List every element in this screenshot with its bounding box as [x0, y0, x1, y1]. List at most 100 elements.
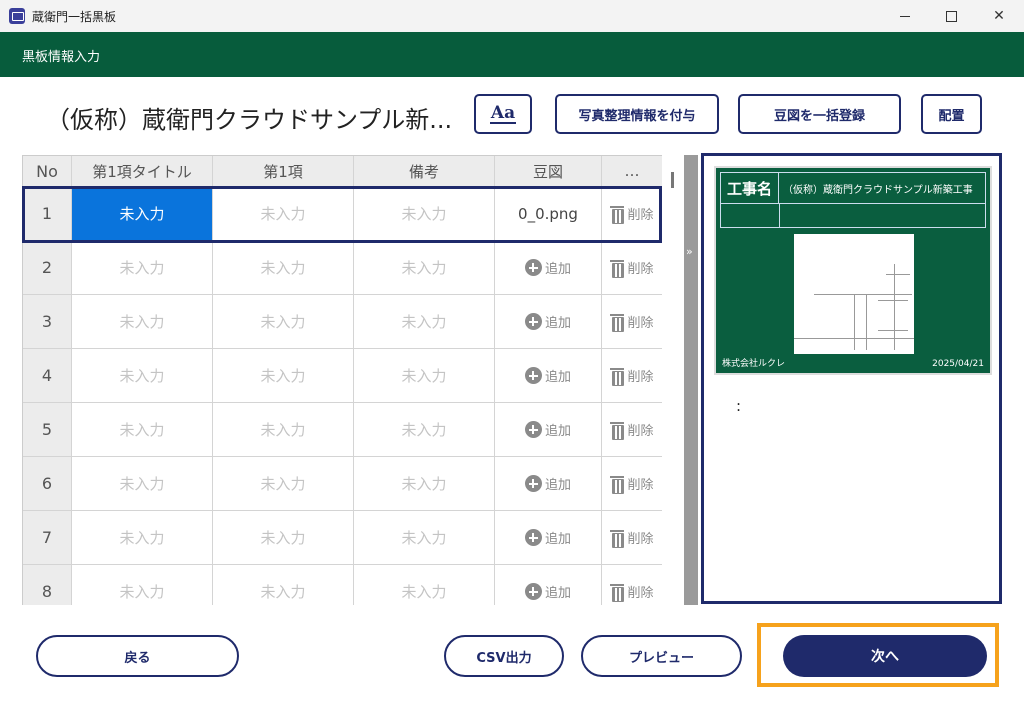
- panel-splitter[interactable]: »: [684, 155, 698, 605]
- plus-circle-icon: [524, 421, 542, 438]
- add-mame-button[interactable]: 追加: [495, 241, 602, 294]
- app-icon: [9, 8, 25, 24]
- delete-label: 削除: [627, 532, 654, 547]
- table-row[interactable]: 6 未入力 未入力 未入力 追加 削除: [23, 457, 662, 511]
- minimize-button[interactable]: [882, 0, 928, 32]
- column-header-mame: 豆図: [495, 156, 602, 186]
- font-settings-button[interactable]: Aa: [474, 94, 532, 134]
- add-mame-button[interactable]: 追加: [495, 295, 602, 348]
- table-row[interactable]: 8 未入力 未入力 未入力 追加 削除: [23, 565, 662, 605]
- title1-cell[interactable]: 未入力: [72, 565, 213, 605]
- delete-label: 削除: [627, 316, 654, 331]
- close-button[interactable]: ✕: [976, 0, 1022, 32]
- row-number: 2: [23, 241, 72, 294]
- add-mame-button[interactable]: 追加: [495, 349, 602, 402]
- remarks-cell[interactable]: 未入力: [354, 403, 495, 456]
- column-header-item1: 第1項: [213, 156, 354, 186]
- trash-icon: [610, 583, 625, 602]
- row-number: 3: [23, 295, 72, 348]
- title1-cell[interactable]: 未入力: [72, 295, 213, 348]
- table-row[interactable]: 3 未入力 未入力 未入力 追加 削除: [23, 295, 662, 349]
- add-label: 追加: [544, 586, 571, 601]
- back-button[interactable]: 戻る: [36, 635, 239, 677]
- add-label: 追加: [544, 316, 571, 331]
- row-number: 4: [23, 349, 72, 402]
- table-row[interactable]: 7 未入力 未入力 未入力 追加 削除: [23, 511, 662, 565]
- delete-button[interactable]: 削除: [602, 565, 662, 605]
- remarks-cell[interactable]: 未入力: [354, 457, 495, 510]
- item1-cell[interactable]: 未入力: [213, 565, 354, 605]
- table-row[interactable]: 4 未入力 未入力 未入力 追加 削除: [23, 349, 662, 403]
- board-label: 工事名: [721, 173, 779, 203]
- title1-cell[interactable]: 未入力: [72, 349, 213, 402]
- section-header: 黒板情報入力: [0, 32, 1024, 77]
- title-bar: 蔵衛門一括黒板 ✕: [0, 0, 1024, 32]
- board-row: 工事名 （仮称）蔵衛門クラウドサンプル新築工事: [720, 172, 986, 204]
- title1-cell[interactable]: 未入力: [72, 187, 213, 240]
- mame-filename[interactable]: 0_0.png: [495, 187, 602, 240]
- mame-bulk-register-button[interactable]: 豆図を一括登録: [738, 94, 901, 134]
- title1-cell[interactable]: 未入力: [72, 511, 213, 564]
- row-number: 6: [23, 457, 72, 510]
- delete-button[interactable]: 削除: [602, 511, 662, 564]
- trash-icon: [610, 313, 625, 332]
- plus-circle-icon: [524, 475, 542, 492]
- add-mame-button[interactable]: 追加: [495, 511, 602, 564]
- trash-icon: [610, 529, 625, 548]
- item1-cell[interactable]: 未入力: [213, 457, 354, 510]
- place-button[interactable]: 配置: [921, 94, 982, 134]
- remarks-cell[interactable]: 未入力: [354, 241, 495, 294]
- mame-drawing-image: [794, 234, 914, 354]
- row-number: 5: [23, 403, 72, 456]
- maximize-button[interactable]: [928, 0, 974, 32]
- add-mame-button[interactable]: 追加: [495, 457, 602, 510]
- delete-button[interactable]: 削除: [602, 457, 662, 510]
- table-scrollbar[interactable]: [666, 155, 680, 605]
- table-row[interactable]: 1 未入力 未入力 未入力 0_0.png 削除: [23, 187, 662, 241]
- next-button[interactable]: 次へ: [783, 635, 987, 677]
- title1-cell[interactable]: 未入力: [72, 241, 213, 294]
- remarks-cell[interactable]: 未入力: [354, 511, 495, 564]
- scrollbar-thumb[interactable]: [671, 172, 674, 188]
- remarks-cell[interactable]: 未入力: [354, 295, 495, 348]
- board-value: （仮称）蔵衛門クラウドサンプル新築工事: [783, 184, 973, 196]
- add-mame-button[interactable]: 追加: [495, 403, 602, 456]
- csv-export-button[interactable]: CSV出力: [444, 635, 564, 677]
- remarks-cell[interactable]: 未入力: [354, 349, 495, 402]
- delete-label: 削除: [627, 424, 654, 439]
- item1-cell[interactable]: 未入力: [213, 403, 354, 456]
- photo-info-button[interactable]: 写真整理情報を付与: [555, 94, 719, 134]
- font-icon: Aa: [489, 103, 517, 124]
- row-number: 7: [23, 511, 72, 564]
- item1-cell[interactable]: 未入力: [213, 349, 354, 402]
- preview-button[interactable]: プレビュー: [581, 635, 742, 677]
- blackboard-table: No 第1項タイトル 第1項 備考 豆図 … 1 未入力 未入力 未入力 0_0…: [22, 155, 662, 605]
- plus-circle-icon: [524, 313, 542, 330]
- delete-label: 削除: [627, 478, 654, 493]
- delete-label: 削除: [627, 586, 654, 601]
- remarks-cell[interactable]: 未入力: [354, 187, 495, 240]
- blackboard: 工事名 （仮称）蔵衛門クラウドサンプル新築工事 株式会社ルクレ 2025/04/…: [714, 166, 992, 375]
- item1-cell[interactable]: 未入力: [213, 295, 354, 348]
- delete-button[interactable]: 削除: [602, 241, 662, 294]
- title1-cell[interactable]: 未入力: [72, 403, 213, 456]
- column-header-more[interactable]: …: [602, 156, 662, 186]
- row-number: 1: [23, 187, 72, 240]
- trash-icon: [610, 475, 625, 494]
- title1-cell[interactable]: 未入力: [72, 457, 213, 510]
- item1-cell[interactable]: 未入力: [213, 187, 354, 240]
- item1-cell[interactable]: 未入力: [213, 511, 354, 564]
- table-row[interactable]: 5 未入力 未入力 未入力 追加 削除: [23, 403, 662, 457]
- delete-button[interactable]: 削除: [602, 295, 662, 348]
- preview-caption: :: [736, 397, 742, 415]
- delete-button[interactable]: 削除: [602, 187, 662, 240]
- delete-button[interactable]: 削除: [602, 403, 662, 456]
- remarks-cell[interactable]: 未入力: [354, 565, 495, 605]
- delete-button[interactable]: 削除: [602, 349, 662, 402]
- board-company: 株式会社ルクレ: [722, 359, 786, 369]
- add-mame-button[interactable]: 追加: [495, 565, 602, 605]
- blackboard-preview: 工事名 （仮称）蔵衛門クラウドサンプル新築工事 株式会社ルクレ 2025/04/…: [701, 153, 1002, 604]
- item1-cell[interactable]: 未入力: [213, 241, 354, 294]
- table-row[interactable]: 2 未入力 未入力 未入力 追加 削除: [23, 241, 662, 295]
- project-title: （仮称）蔵衛門クラウドサンプル新...: [46, 106, 453, 134]
